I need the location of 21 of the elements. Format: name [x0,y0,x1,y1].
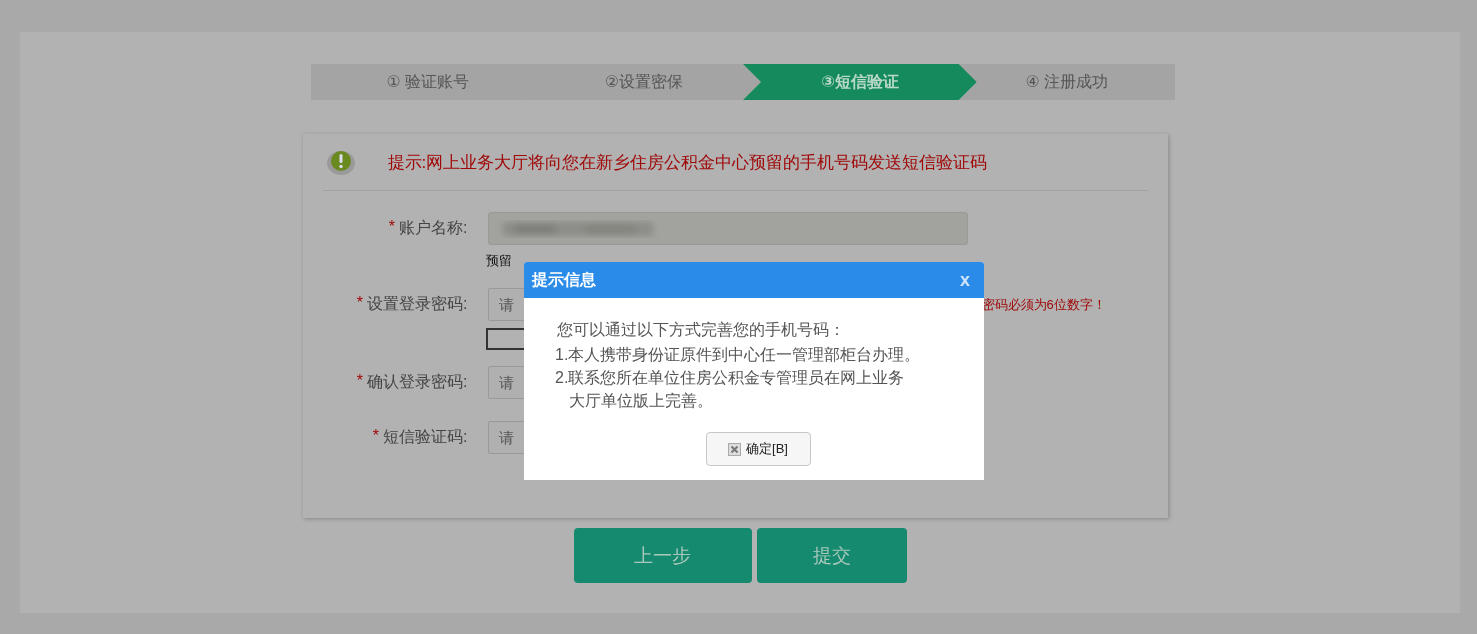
hint-text: 提示:网上业务大厅将向您在新乡住房公积金中心预留的手机号码发送短信验证码 [387,151,988,174]
action-button[interactable]: 上一步 [573,528,752,583]
field-label: 短信验证码: [383,427,468,447]
required-mark: * [356,372,364,391]
message-line: 大厅单位版上完善。 [568,391,713,411]
field-label: 设置登录密码: [367,294,468,314]
action-button[interactable]: 提交 [756,528,907,583]
note-text: 预留 [485,253,512,268]
message-line: 您可以通过以下方式完善您的手机号码： [557,320,845,340]
ok-button[interactable]: 确定[B] [705,432,811,466]
dialog-title: 提示信息 [532,269,596,290]
required-mark: * [356,294,364,313]
exclamation-icon [325,148,356,176]
required-mark: * [372,427,380,446]
close-icon [728,442,742,456]
message-line: 2.联系您所在单位住房公积金专管理员在网上业务 [555,368,905,388]
close-button[interactable]: x [956,269,974,291]
field-label: 账户名称: [399,218,468,238]
required-mark: * [388,218,396,237]
field-label: 确认登录密码: [367,372,468,392]
message-line: 1.本人携带身份证原件到中心任一管理部柜台办理。 [555,345,921,365]
